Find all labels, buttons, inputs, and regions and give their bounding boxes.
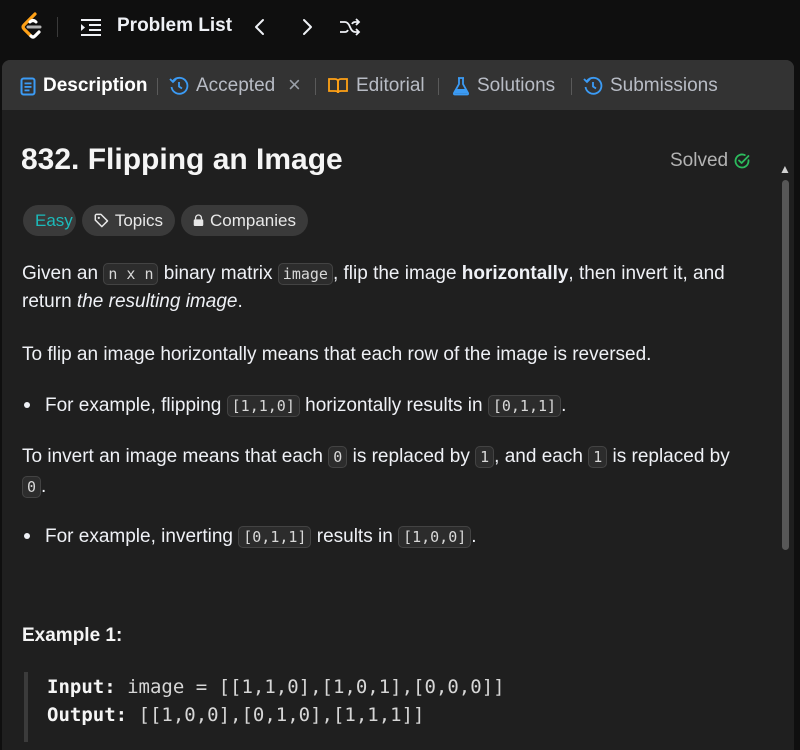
history-icon <box>583 76 603 95</box>
description-paragraph-1-line-2: return the resulting image. <box>22 291 243 312</box>
example-block-bar <box>24 672 28 742</box>
leetcode-logo-icon[interactable] <box>18 11 46 43</box>
tab-submissions[interactable]: Submissions <box>583 73 718 99</box>
tab-label: Accepted <box>196 75 276 96</box>
solved-label: Solved <box>670 150 729 171</box>
inline-code: n x n <box>103 263 159 285</box>
tab-label: Description <box>43 75 148 96</box>
scroll-up-icon[interactable]: ▲ <box>779 162 791 176</box>
topics-label: Topics <box>114 210 163 230</box>
bullet-dot <box>24 533 30 539</box>
tab-accepted[interactable]: Accepted <box>169 73 275 99</box>
description-paragraph-2: To flip an image horizontally means that… <box>22 344 652 365</box>
difficulty-badge: Easy <box>23 205 76 236</box>
example-1-input: Input: image = [[1,1,0],[1,0,1],[0,0,0]] <box>47 676 505 698</box>
inline-code: image <box>277 263 333 285</box>
bullet-dot <box>24 402 30 408</box>
tab-divider <box>315 78 316 95</box>
problem-title: 832. Flipping an Image <box>21 143 343 176</box>
description-paragraph-1-line-1: Given an n x n binary matrix image, flip… <box>22 263 725 285</box>
book-icon <box>328 78 348 94</box>
lock-icon <box>193 214 204 226</box>
inline-code: 1 <box>475 446 495 468</box>
description-paragraph-3-line-1: To invert an image means that each 0 is … <box>22 446 730 468</box>
solved-status: Solved <box>670 150 751 172</box>
bullet-item-1: For example, flipping [1,1,0] horizontal… <box>45 395 567 417</box>
inline-code: 0 <box>22 476 42 498</box>
tab-label: Submissions <box>610 75 718 96</box>
tag-icon <box>94 213 109 228</box>
flask-icon <box>452 77 470 96</box>
description-paragraph-3-line-2: 0. <box>22 472 46 502</box>
inline-code: 1 <box>588 446 608 468</box>
check-circle-icon <box>734 153 750 169</box>
tab-editorial[interactable]: Editorial <box>327 73 425 99</box>
example-1-title: Example 1: <box>22 625 123 646</box>
tab-label: Editorial <box>356 75 425 96</box>
tab-solutions[interactable]: Solutions <box>452 73 555 99</box>
chevron-left-icon[interactable] <box>248 15 272 39</box>
chevron-right-icon[interactable] <box>295 15 319 39</box>
tab-divider <box>571 78 572 95</box>
inline-code: [1,1,0] <box>226 395 300 417</box>
problem-list-link[interactable]: Problem List <box>117 15 232 37</box>
companies-label: Companies <box>210 210 296 230</box>
history-icon <box>169 76 189 95</box>
shuffle-icon[interactable] <box>338 15 362 39</box>
example-1-output: Output: [[1,0,0],[0,1,0],[1,1,1]] <box>47 704 425 726</box>
companies-button[interactable]: Companies <box>181 205 308 236</box>
inline-code: [0,1,1] <box>487 395 562 417</box>
tab-description[interactable]: Description <box>20 73 148 99</box>
close-tab-icon[interactable]: × <box>288 74 306 96</box>
tab-divider <box>438 78 439 95</box>
bullet-item-2: For example, inverting [0,1,1] results i… <box>45 526 477 548</box>
tab-label: Solutions <box>477 75 556 96</box>
nav-divider <box>57 17 58 37</box>
problem-list-icon[interactable] <box>80 17 102 37</box>
top-nav: Problem List <box>0 0 800 56</box>
scrollbar-thumb[interactable] <box>782 180 789 550</box>
tab-bar: Description Accepted × Editorial Solutio… <box>2 60 794 110</box>
topics-button[interactable]: Topics <box>82 205 175 236</box>
inline-code: [0,1,1] <box>238 526 312 548</box>
inline-code: 0 <box>328 446 348 468</box>
tab-divider <box>157 78 158 95</box>
description-icon <box>20 77 36 95</box>
inline-code: [1,0,0] <box>398 526 472 548</box>
